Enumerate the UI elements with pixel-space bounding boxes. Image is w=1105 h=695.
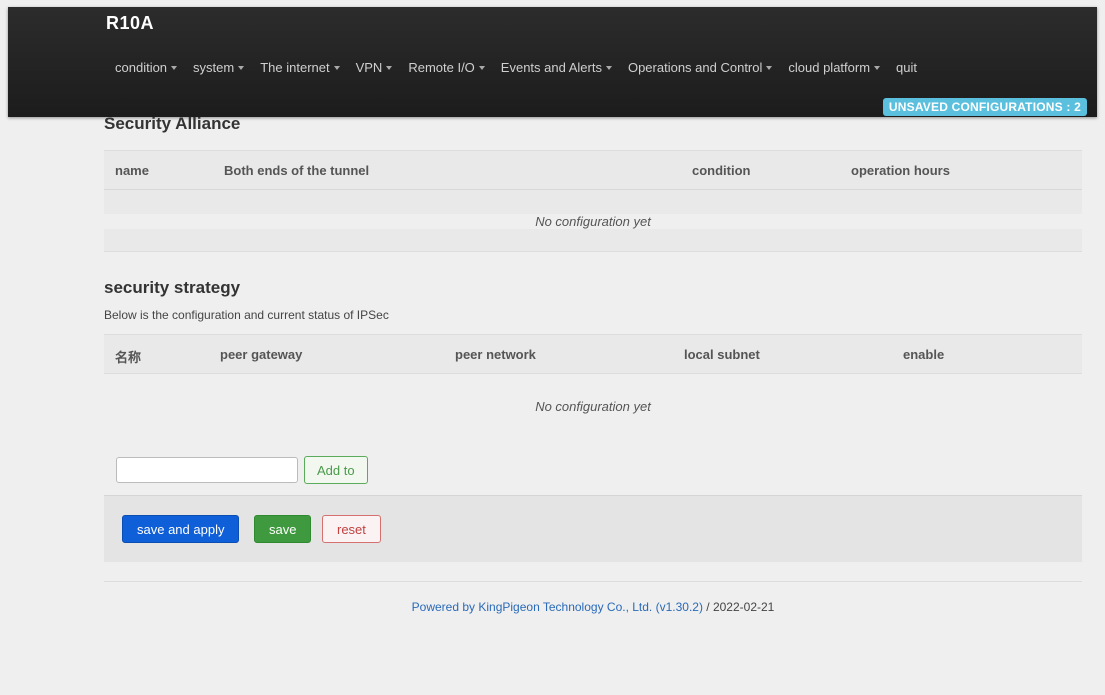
menu-remote-io[interactable]: Remote I/O (400, 60, 492, 75)
menu-label: The internet (260, 60, 330, 75)
powered-by-link[interactable]: Powered by KingPigeon Technology Co., Lt… (412, 600, 703, 614)
footer-date: / 2022-02-21 (702, 600, 775, 614)
column-enable: enable (903, 347, 945, 362)
main-menu: condition system The internet VPN Remote… (107, 60, 925, 75)
column-tunnel-ends: Both ends of the tunnel (224, 163, 370, 178)
column-local-subnet: local subnet (684, 347, 760, 362)
action-bar: save and apply save reset (104, 495, 1082, 562)
menu-operations-control[interactable]: Operations and Control (620, 60, 780, 75)
security-strategy-title: security strategy (104, 278, 241, 297)
caret-down-icon (605, 65, 612, 70)
menu-cloud-platform[interactable]: cloud platform (780, 60, 888, 75)
caret-down-icon (171, 65, 178, 70)
caret-down-icon (238, 65, 245, 70)
column-peer-network: peer network (455, 347, 536, 362)
menu-vpn[interactable]: VPN (348, 60, 401, 75)
column-name-cn: 名称 (115, 350, 142, 365)
add-button[interactable]: Add to (304, 456, 368, 484)
security-alliance-table: name Both ends of the tunnel condition o… (104, 150, 1082, 252)
caret-down-icon (874, 65, 881, 70)
security-alliance-title: Security Alliance (104, 114, 241, 133)
caret-down-icon (478, 65, 485, 70)
caret-down-icon (766, 65, 773, 70)
menu-label: cloud platform (788, 60, 871, 75)
menu-label: Events and Alerts (500, 60, 602, 75)
footer-divider (104, 581, 1082, 582)
menu-events-alerts[interactable]: Events and Alerts (493, 60, 620, 75)
brand-title[interactable]: R10A (106, 13, 154, 34)
unsaved-configurations-badge[interactable]: UNSAVED CONFIGURATIONS : 2 (882, 98, 1087, 116)
section-name-input[interactable] (116, 457, 298, 483)
top-navbar: R10A condition system The internet VPN R… (8, 7, 1097, 117)
security-strategy-description: Below is the configuration and current s… (104, 308, 389, 322)
menu-condition[interactable]: condition (107, 60, 185, 75)
table-header: name Both ends of the tunnel condition o… (104, 151, 1082, 190)
empty-message: No configuration yet (104, 214, 1082, 229)
column-operation-hours: operation hours (851, 163, 950, 178)
caret-down-icon (386, 65, 393, 70)
menu-label: VPN (355, 60, 383, 75)
menu-quit[interactable]: quit (888, 60, 925, 75)
caret-down-icon (333, 65, 340, 70)
menu-internet[interactable]: The internet (252, 60, 347, 75)
save-button[interactable]: save (254, 515, 312, 543)
menu-label: Operations and Control (627, 60, 763, 75)
save-and-apply-button[interactable]: save and apply (122, 515, 240, 543)
menu-label: condition (115, 60, 168, 75)
empty-message: No configuration yet (535, 399, 651, 414)
add-section: Add to (116, 456, 368, 484)
column-name: name (115, 163, 149, 178)
footer: Powered by KingPigeon Technology Co., Lt… (104, 600, 1082, 614)
table-header: 名称 peer gateway peer network local subne… (104, 335, 1082, 373)
menu-system[interactable]: system (185, 60, 252, 75)
reset-button[interactable]: reset (322, 515, 381, 543)
menu-label: quit (896, 60, 918, 75)
menu-label: system (193, 60, 235, 75)
column-condition: condition (692, 163, 751, 178)
column-peer-gateway: peer gateway (220, 347, 303, 362)
security-strategy-table: 名称 peer gateway peer network local subne… (104, 334, 1082, 374)
menu-label: Remote I/O (408, 60, 475, 75)
